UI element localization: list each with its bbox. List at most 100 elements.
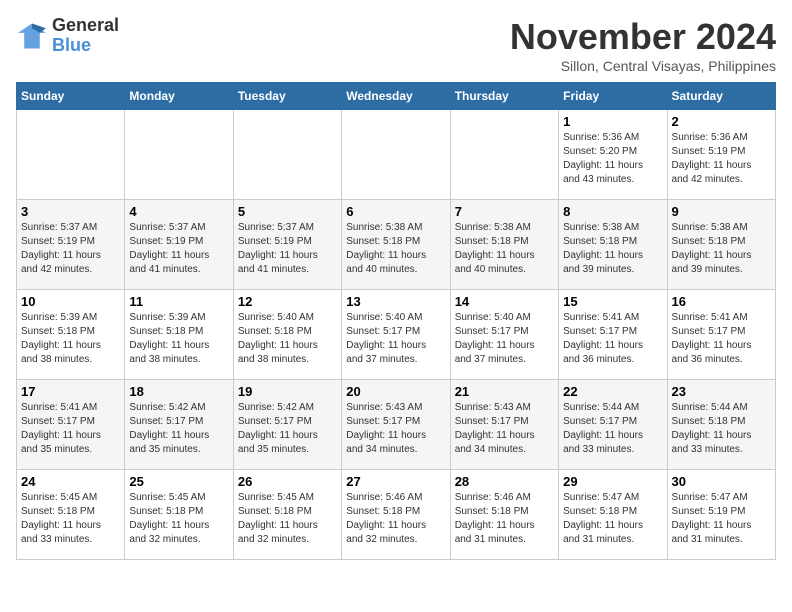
day-number: 23	[672, 384, 771, 399]
day-info: Sunrise: 5:45 AM Sunset: 5:18 PM Dayligh…	[238, 491, 337, 547]
day-info: Sunrise: 5:37 AM Sunset: 5:19 PM Dayligh…	[129, 221, 228, 277]
calendar-cell: 27 Sunrise: 5:46 AM Sunset: 5:18 PM Dayli…	[342, 470, 450, 560]
day-info: Sunrise: 5:42 AM Sunset: 5:17 PM Dayligh…	[129, 401, 228, 457]
day-info: Sunrise: 5:41 AM Sunset: 5:17 PM Dayligh…	[563, 311, 662, 367]
calendar-cell: 21 Sunrise: 5:43 AM Sunset: 5:17 PM Dayli…	[450, 380, 558, 470]
calendar-cell: 23 Sunrise: 5:44 AM Sunset: 5:18 PM Dayli…	[667, 380, 775, 470]
weekday-header: Sunday	[17, 83, 125, 110]
logo: General Blue	[16, 16, 119, 56]
day-number: 11	[129, 294, 228, 309]
calendar-cell: 2 Sunrise: 5:36 AM Sunset: 5:19 PM Daylig…	[667, 110, 775, 200]
calendar-table: SundayMondayTuesdayWednesdayThursdayFrid…	[16, 82, 776, 560]
day-info: Sunrise: 5:36 AM Sunset: 5:19 PM Dayligh…	[672, 131, 771, 187]
day-info: Sunrise: 5:43 AM Sunset: 5:17 PM Dayligh…	[455, 401, 554, 457]
day-number: 20	[346, 384, 445, 399]
calendar-cell: 1 Sunrise: 5:36 AM Sunset: 5:20 PM Daylig…	[559, 110, 667, 200]
day-number: 24	[21, 474, 120, 489]
day-info: Sunrise: 5:38 AM Sunset: 5:18 PM Dayligh…	[346, 221, 445, 277]
day-info: Sunrise: 5:47 AM Sunset: 5:19 PM Dayligh…	[672, 491, 771, 547]
calendar-cell: 19 Sunrise: 5:42 AM Sunset: 5:17 PM Dayli…	[233, 380, 341, 470]
calendar-cell: 10 Sunrise: 5:39 AM Sunset: 5:18 PM Dayli…	[17, 290, 125, 380]
day-info: Sunrise: 5:38 AM Sunset: 5:18 PM Dayligh…	[672, 221, 771, 277]
calendar-cell: 30 Sunrise: 5:47 AM Sunset: 5:19 PM Dayli…	[667, 470, 775, 560]
day-number: 16	[672, 294, 771, 309]
month-title: November 2024	[510, 16, 776, 58]
calendar-cell: 29 Sunrise: 5:47 AM Sunset: 5:18 PM Dayli…	[559, 470, 667, 560]
weekday-header: Thursday	[450, 83, 558, 110]
calendar-cell: 28 Sunrise: 5:46 AM Sunset: 5:18 PM Dayli…	[450, 470, 558, 560]
calendar-cell: 7 Sunrise: 5:38 AM Sunset: 5:18 PM Daylig…	[450, 200, 558, 290]
calendar-cell: 16 Sunrise: 5:41 AM Sunset: 5:17 PM Dayli…	[667, 290, 775, 380]
day-info: Sunrise: 5:38 AM Sunset: 5:18 PM Dayligh…	[455, 221, 554, 277]
day-info: Sunrise: 5:39 AM Sunset: 5:18 PM Dayligh…	[129, 311, 228, 367]
calendar-cell: 3 Sunrise: 5:37 AM Sunset: 5:19 PM Daylig…	[17, 200, 125, 290]
day-info: Sunrise: 5:40 AM Sunset: 5:18 PM Dayligh…	[238, 311, 337, 367]
calendar-cell: 18 Sunrise: 5:42 AM Sunset: 5:17 PM Dayli…	[125, 380, 233, 470]
day-number: 28	[455, 474, 554, 489]
logo-text: General Blue	[52, 16, 119, 56]
day-info: Sunrise: 5:37 AM Sunset: 5:19 PM Dayligh…	[238, 221, 337, 277]
weekday-header: Monday	[125, 83, 233, 110]
weekday-header: Wednesday	[342, 83, 450, 110]
day-info: Sunrise: 5:39 AM Sunset: 5:18 PM Dayligh…	[21, 311, 120, 367]
calendar-cell: 6 Sunrise: 5:38 AM Sunset: 5:18 PM Daylig…	[342, 200, 450, 290]
calendar-cell	[233, 110, 341, 200]
day-number: 10	[21, 294, 120, 309]
calendar-cell	[17, 110, 125, 200]
day-number: 14	[455, 294, 554, 309]
calendar-cell: 12Sunrise: 5:40 AM Sunset: 5:18 PM Dayli…	[233, 290, 341, 380]
calendar-cell: 13Sunrise: 5:40 AM Sunset: 5:17 PM Dayli…	[342, 290, 450, 380]
day-info: Sunrise: 5:40 AM Sunset: 5:17 PM Dayligh…	[346, 311, 445, 367]
day-info: Sunrise: 5:46 AM Sunset: 5:18 PM Dayligh…	[346, 491, 445, 547]
calendar-cell: 4 Sunrise: 5:37 AM Sunset: 5:19 PM Daylig…	[125, 200, 233, 290]
day-number: 7	[455, 204, 554, 219]
day-number: 17	[21, 384, 120, 399]
day-number: 26	[238, 474, 337, 489]
day-info: Sunrise: 5:44 AM Sunset: 5:17 PM Dayligh…	[563, 401, 662, 457]
day-info: Sunrise: 5:45 AM Sunset: 5:18 PM Dayligh…	[129, 491, 228, 547]
title-block: November 2024 Sillon, Central Visayas, P…	[510, 16, 776, 74]
calendar-cell: 25Sunrise: 5:45 AM Sunset: 5:18 PM Dayli…	[125, 470, 233, 560]
calendar-cell: 14 Sunrise: 5:40 AM Sunset: 5:17 PM Dayli…	[450, 290, 558, 380]
day-info: Sunrise: 5:41 AM Sunset: 5:17 PM Dayligh…	[21, 401, 120, 457]
day-info: Sunrise: 5:38 AM Sunset: 5:18 PM Dayligh…	[563, 221, 662, 277]
day-number: 30	[672, 474, 771, 489]
calendar-cell: 24Sunrise: 5:45 AM Sunset: 5:18 PM Dayli…	[17, 470, 125, 560]
calendar-cell: 22 Sunrise: 5:44 AM Sunset: 5:17 PM Dayli…	[559, 380, 667, 470]
day-number: 22	[563, 384, 662, 399]
day-number: 21	[455, 384, 554, 399]
weekday-header: Tuesday	[233, 83, 341, 110]
day-number: 29	[563, 474, 662, 489]
day-info: Sunrise: 5:46 AM Sunset: 5:18 PM Dayligh…	[455, 491, 554, 547]
day-info: Sunrise: 5:43 AM Sunset: 5:17 PM Dayligh…	[346, 401, 445, 457]
calendar-cell: 26 Sunrise: 5:45 AM Sunset: 5:18 PM Dayli…	[233, 470, 341, 560]
day-info: Sunrise: 5:44 AM Sunset: 5:18 PM Dayligh…	[672, 401, 771, 457]
day-number: 6	[346, 204, 445, 219]
calendar-cell: 11 Sunrise: 5:39 AM Sunset: 5:18 PM Dayli…	[125, 290, 233, 380]
day-number: 2	[672, 114, 771, 129]
calendar-cell: 15 Sunrise: 5:41 AM Sunset: 5:17 PM Dayli…	[559, 290, 667, 380]
calendar-cell: 17 Sunrise: 5:41 AM Sunset: 5:17 PM Dayli…	[17, 380, 125, 470]
day-info: Sunrise: 5:37 AM Sunset: 5:19 PM Dayligh…	[21, 221, 120, 277]
day-number: 15	[563, 294, 662, 309]
day-info: Sunrise: 5:41 AM Sunset: 5:17 PM Dayligh…	[672, 311, 771, 367]
calendar-cell	[450, 110, 558, 200]
day-number: 18	[129, 384, 228, 399]
day-number: 4	[129, 204, 228, 219]
day-number: 19	[238, 384, 337, 399]
day-info: Sunrise: 5:47 AM Sunset: 5:18 PM Dayligh…	[563, 491, 662, 547]
day-info: Sunrise: 5:42 AM Sunset: 5:17 PM Dayligh…	[238, 401, 337, 457]
day-info: Sunrise: 5:36 AM Sunset: 5:20 PM Dayligh…	[563, 131, 662, 187]
logo-icon	[16, 22, 48, 50]
calendar-cell: 5 Sunrise: 5:37 AM Sunset: 5:19 PM Daylig…	[233, 200, 341, 290]
calendar-cell: 8Sunrise: 5:38 AM Sunset: 5:18 PM Daylig…	[559, 200, 667, 290]
weekday-header: Saturday	[667, 83, 775, 110]
day-number: 1	[563, 114, 662, 129]
day-info: Sunrise: 5:40 AM Sunset: 5:17 PM Dayligh…	[455, 311, 554, 367]
calendar-cell	[342, 110, 450, 200]
day-number: 3	[21, 204, 120, 219]
location: Sillon, Central Visayas, Philippines	[510, 58, 776, 74]
day-number: 5	[238, 204, 337, 219]
calendar-cell	[125, 110, 233, 200]
day-number: 27	[346, 474, 445, 489]
